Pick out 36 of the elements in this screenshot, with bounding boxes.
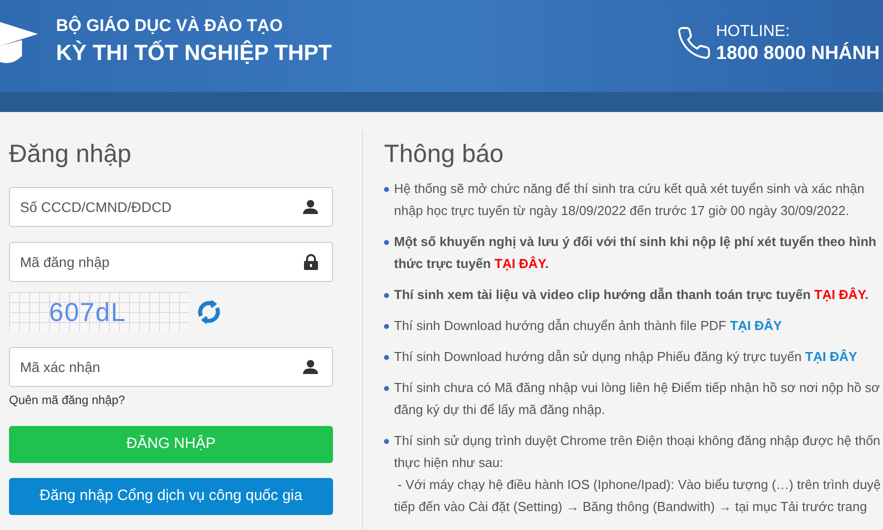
bullet-icon (384, 187, 389, 192)
notice-text: Thí sinh Download hướng dẫn sử dụng nhập Phiếu đăng ký trực tuyến TẠI ĐÂY (394, 348, 858, 366)
user-icon (303, 199, 318, 214)
bullet-icon (384, 293, 389, 298)
user-icon (303, 359, 318, 374)
forgot-link[interactable]: Quên mã đăng nhập? (9, 391, 126, 409)
here-link[interactable]: TẠI ĐÂY (805, 349, 858, 364)
bullet-icon (384, 355, 389, 360)
hotline-label: HOTLINE: (716, 22, 791, 42)
ministry-name: BỘ GIÁO DỤC VÀ ĐÀO TẠO (56, 14, 284, 37)
refresh-icon[interactable] (195, 298, 223, 326)
exam-title: KỲ THI TỐT NGHIỆP THPT (56, 39, 332, 67)
here-link[interactable]: TẠI ĐÂY (730, 318, 782, 333)
notice-text: Thí sinh Download hướng dẫn chuyển ảnh thành file PDF TẠI ĐÂY (394, 317, 782, 335)
notice-text: Thí sinh chưa có Mã đăng nhập vui lòng liên hệ Điểm tiếp nhận hồ sơ nơi nộp hồ sơ đăng ký dự thi để lấy mã đăng nhập. (394, 379, 880, 419)
here-link[interactable]: TẠI ĐÂY (814, 287, 865, 302)
input-field[interactable]: Số CCCD/CMND/ĐDCD (9, 187, 333, 227)
portal-login-button[interactable]: Đăng nhập Cổng dịch vụ công quốc gia (9, 478, 333, 515)
here-link[interactable]: TẠI ĐÂY (494, 256, 546, 271)
bullet-icon (384, 240, 389, 245)
notice-text: Thí sinh xem tài liệu và video clip hướng dẫn thanh toán trực tuyến TẠI ĐÂY. (394, 286, 868, 304)
login-button[interactable]: ĐĂNG NHẬP (9, 426, 333, 463)
notice-text: Thí sinh sử dụng trình duyệt Chrome trên Điện thoại không đăng nhập được hệ thốn thực hiện như sau: - Với máy chạy hệ điều hành IOS (Iphone/Ipad): Vào biểu tượng (…) trên trình duyệ tiếp đến vào Cài đặt (Setting) → Băng thông (Bandwith) → tại mục Tải trước trang (394, 432, 881, 516)
bullet-icon (384, 439, 389, 444)
bullet-icon (384, 324, 389, 329)
hotline-number: 1800 8000 NHÁNH (716, 42, 880, 66)
login-title: Đăng nhập (9, 139, 132, 170)
notice-text: Một số khuyến nghị và lưu ý đối với thí sinh khi nộp lệ phí xét tuyển theo hình thức trực tuyến TẠI ĐÂY. (394, 233, 876, 273)
notices-title: Thông báo (384, 139, 505, 170)
phone-icon (676, 24, 712, 62)
input-field[interactable]: Mã đăng nhập (9, 242, 333, 282)
captcha-image: 607dL (9, 292, 189, 332)
input-field[interactable]: Mã xác nhận (9, 347, 333, 387)
lock-icon (304, 254, 318, 270)
notice-text: Hệ thống sẽ mở chức năng để thí sinh tra cứu kết quả xét tuyển sinh và xác nhận nhập học trực tuyến từ ngày 18/09/2022 đến trước 17 giờ 00 ngày 30/09/2022. (394, 180, 864, 220)
bullet-icon (384, 386, 389, 391)
